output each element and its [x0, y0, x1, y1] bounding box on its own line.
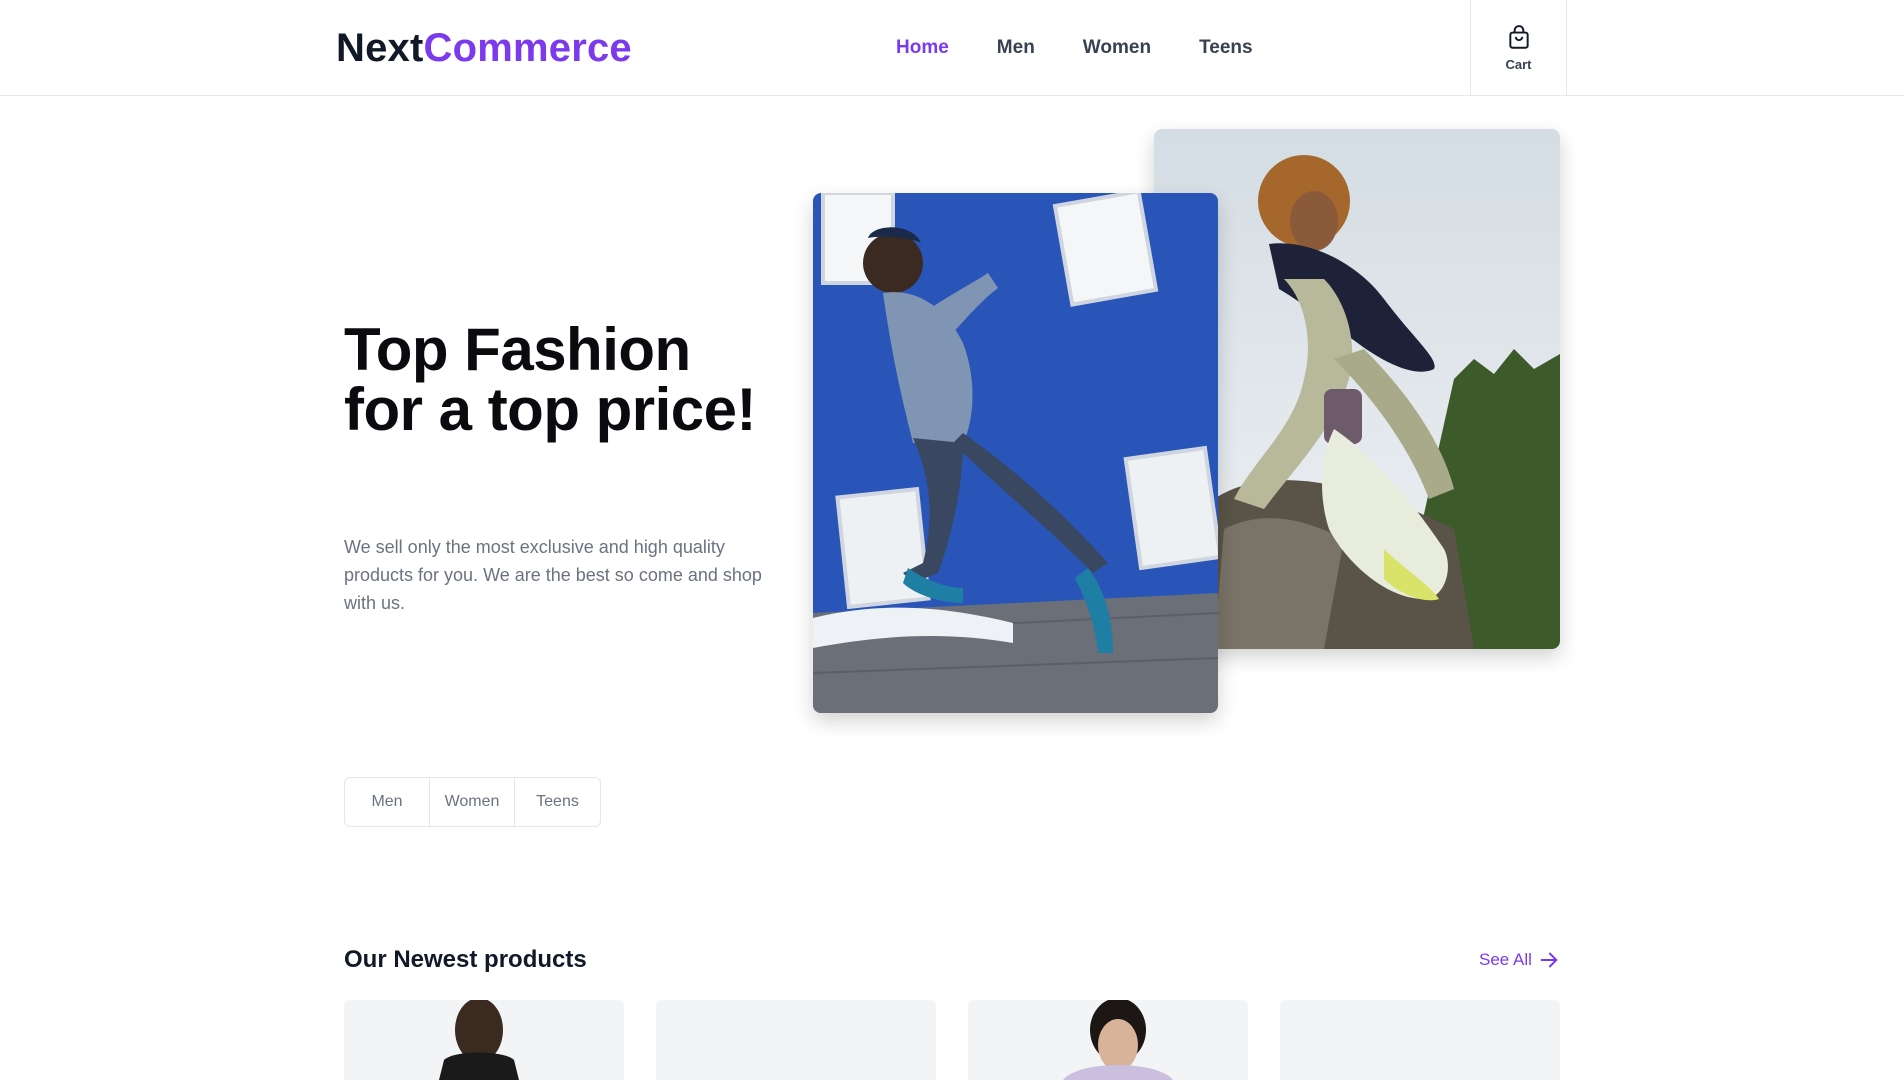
nav-women[interactable]: Women	[1083, 36, 1151, 60]
product-image	[1063, 1000, 1173, 1080]
category-tabs: Men Women Teens	[344, 777, 601, 827]
brand-logo[interactable]: NextCommerce	[336, 24, 632, 72]
hero-image-man	[813, 193, 1218, 713]
brand-name-part2: Commerce	[423, 26, 632, 70]
section-title: Our Newest products	[344, 946, 587, 973]
arrow-right-icon	[1540, 952, 1558, 968]
shopping-bag-icon	[1508, 24, 1529, 49]
product-image	[439, 1000, 519, 1080]
brand-name-part1: Next	[336, 26, 424, 70]
product-card[interactable]	[344, 1000, 624, 1080]
category-tab-men[interactable]: Men	[345, 778, 430, 826]
site-header: NextCommerce Home Men Women Teens Cart	[0, 0, 1904, 96]
see-all-label: See All	[1479, 950, 1532, 969]
nav-men[interactable]: Men	[997, 36, 1035, 60]
nav-teens[interactable]: Teens	[1199, 36, 1253, 60]
product-card[interactable]	[968, 1000, 1248, 1080]
product-card[interactable]	[1280, 1000, 1560, 1080]
main-nav: Home Men Women Teens	[896, 36, 1301, 60]
cart-label: Cart	[1505, 56, 1532, 72]
hero-title: Top Fashion for a top price!	[344, 316, 757, 443]
hero-description: We sell only the most exclusive and high…	[344, 537, 762, 613]
category-tab-teens[interactable]: Teens	[515, 778, 600, 826]
cart-button[interactable]: Cart	[1470, 0, 1567, 96]
nav-home[interactable]: Home	[896, 36, 949, 60]
see-all-link[interactable]: See All	[1479, 949, 1560, 971]
category-tab-women[interactable]: Women	[430, 778, 515, 826]
product-card[interactable]	[656, 1000, 936, 1080]
